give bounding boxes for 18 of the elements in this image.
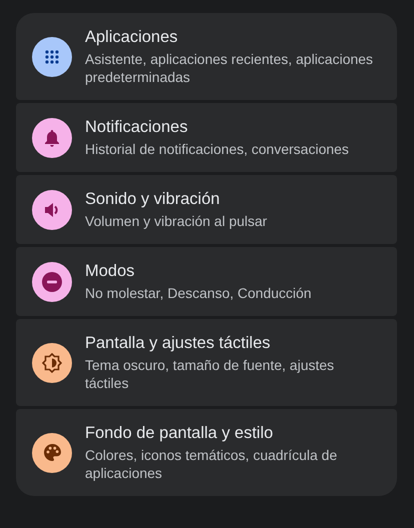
item-description: Historial de notificaciones, conversaciones <box>85 140 350 158</box>
item-description: Colores, iconos temáticos, cuadrícula de aplicaciones <box>85 446 338 482</box>
item-title: Notificaciones <box>85 117 189 138</box>
item-description: Volumen y vibración al pulsar <box>85 212 268 230</box>
item-description: Tema oscuro, tamaño de fuente, ajustes táctiles <box>85 356 336 392</box>
settings-item[interactable]: Pantalla y ajustes táctiles Tema oscuro, tamaño de fuente, ajustes táctiles <box>16 319 397 406</box>
item-description: No molestar, Descanso, Conducción <box>85 284 312 302</box>
settings-item[interactable]: Sonido y vibración Volumen y vibración al pulsar <box>16 175 397 244</box>
item-description: Asistente, aplicaciones recientes, aplicaciones predeterminadas <box>85 50 374 86</box>
item-title: Pantalla y ajustes táctiles <box>85 333 272 354</box>
settings-item[interactable]: Modos No molestar, Descanso, Conducción <box>16 247 397 316</box>
item-title: Aplicaciones <box>85 27 179 48</box>
settings-item[interactable]: Notificaciones Historial de notificaciones, conversaciones <box>16 103 397 172</box>
item-title: Sonido y vibración <box>85 189 221 210</box>
settings-item[interactable]: Aplicaciones Asistente, aplicaciones recientes, aplicaciones predeterminadas <box>16 13 397 100</box>
item-title: Fondo de pantalla y estilo <box>85 423 274 444</box>
item-title: Modos <box>85 261 136 282</box>
settings-item[interactable]: Fondo de pantalla y estilo Colores, iconos temáticos, cuadrícula de aplicaciones <box>16 409 397 496</box>
